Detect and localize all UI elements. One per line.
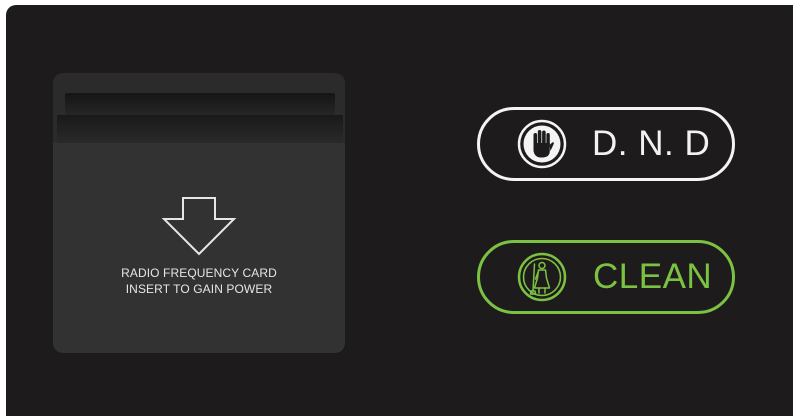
card-slot-shadow	[57, 115, 343, 145]
card-slot-face: RADIO FREQUENCY CARD INSERT TO GAIN POWE…	[53, 143, 345, 353]
card-slot-line2: INSERT TO GAIN POWER	[125, 282, 273, 296]
card-slot-line1: RADIO FREQUENCY CARD	[121, 266, 277, 280]
dnd-button[interactable]: D. N. D	[477, 107, 735, 181]
down-arrow-icon	[161, 197, 237, 256]
clean-label: CLEAN	[593, 257, 713, 296]
maid-broom-icon	[517, 252, 567, 302]
clean-button[interactable]: CLEAN	[477, 240, 735, 314]
card-slot-instructions: RADIO FREQUENCY CARD INSERT TO GAIN POWE…	[53, 265, 345, 297]
hand-stop-icon	[517, 119, 567, 169]
dnd-label: D. N. D	[592, 124, 711, 163]
card-slot[interactable]: RADIO FREQUENCY CARD INSERT TO GAIN POWE…	[53, 73, 345, 353]
